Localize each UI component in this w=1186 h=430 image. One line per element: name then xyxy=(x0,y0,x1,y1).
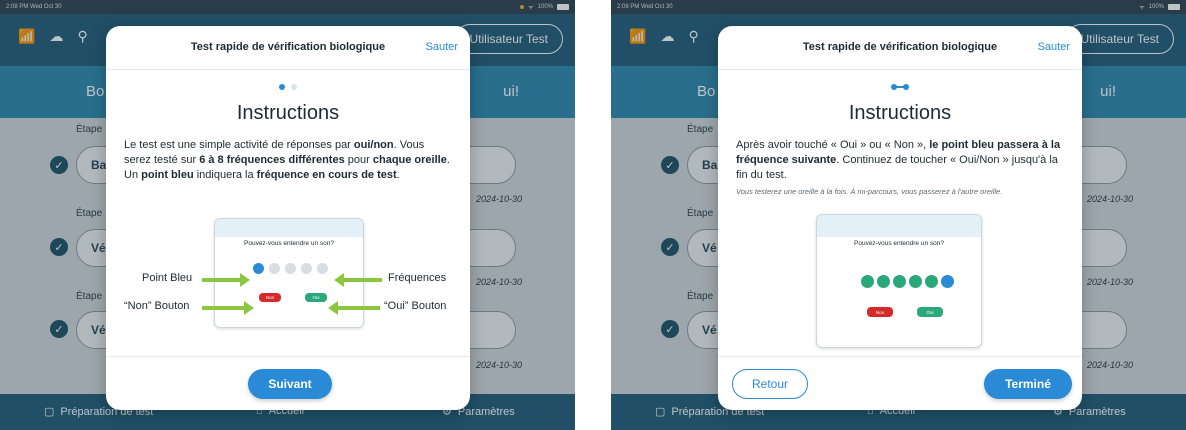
modal-header: Test rapide de vérification biologique S… xyxy=(106,26,470,70)
label-frequences: Fréquences xyxy=(388,272,447,284)
body-text: Le test est une simple activité de répon… xyxy=(124,139,354,151)
emphasis-text: 6 à 8 fréquences différentes xyxy=(199,154,345,166)
next-button[interactable]: Suivant xyxy=(248,369,332,399)
modal-footer: Suivant xyxy=(106,356,470,410)
emphasis-text: point bleu xyxy=(141,169,194,181)
arrow-left-icon xyxy=(334,273,382,287)
page-indicator xyxy=(106,84,470,90)
body-text: indiquera la xyxy=(193,169,257,181)
illus-yes-label: Oui xyxy=(926,309,934,315)
page-dot xyxy=(291,84,297,90)
frequency-dot xyxy=(317,263,328,274)
instructions-text: Le test est une simple activité de répon… xyxy=(124,138,454,183)
label-point-bleu: Point Bleu xyxy=(142,272,193,284)
page-indicator xyxy=(718,84,1082,90)
instructions-modal: Test rapide de vérification biologique S… xyxy=(106,26,470,410)
done-button[interactable]: Terminé xyxy=(984,369,1072,399)
illus-no-label: Non xyxy=(875,309,885,315)
frequency-dot xyxy=(269,263,280,274)
illus-title: Pouvez-vous entendre un son? xyxy=(244,240,334,247)
instructions-note: Vous testerez une oreille à la fois. À m… xyxy=(736,187,1003,196)
modal-heading: Instructions xyxy=(236,102,340,124)
body-text: . xyxy=(396,169,400,181)
arrow-right-icon xyxy=(202,301,254,315)
instructions-text: Après avoir touché « Oui » ou « Non », l… xyxy=(736,138,1066,183)
page-dot-active xyxy=(279,84,285,90)
screen-instructions-page-2: 2:08 PM Wed Oct 30 ᯤ 100% 📶 ☁ ⚲ Utilisate… xyxy=(611,0,1186,430)
skip-button[interactable]: Sauter xyxy=(1038,41,1070,53)
page-indicator-complete xyxy=(891,84,909,90)
frequency-dot xyxy=(285,263,296,274)
body-text: pour xyxy=(344,154,373,166)
illus-yes-label: Oui xyxy=(312,295,320,300)
emphasis-text: oui/non xyxy=(353,139,394,151)
illus-no-button: Non xyxy=(867,307,893,317)
check-icon xyxy=(861,275,874,288)
check-icon xyxy=(893,275,906,288)
modal-footer: Retour Terminé xyxy=(718,356,1082,410)
instructions-modal: Test rapide de vérification biologique S… xyxy=(718,26,1082,410)
illus-title: Pouvez-vous entendre un son? xyxy=(854,240,944,247)
emphasis-text: fréquence en cours de test xyxy=(256,169,397,181)
blue-dot-icon xyxy=(941,275,954,288)
illus-no-button: Non xyxy=(259,293,281,302)
frequency-dot xyxy=(301,263,312,274)
back-button[interactable]: Retour xyxy=(732,369,808,399)
blue-dot-icon xyxy=(253,263,264,274)
emphasis-text: chaque oreille xyxy=(372,154,447,166)
arrow-left-icon xyxy=(328,301,380,315)
illus-yes-button: Oui xyxy=(917,307,943,317)
test-screen-illustration: Pouvez-vous entendre un son? Non Oui xyxy=(816,214,982,348)
illus-header xyxy=(215,219,363,237)
modal-heading: Instructions xyxy=(848,102,952,124)
check-icon xyxy=(877,275,890,288)
label-non-bouton: “Non” Bouton xyxy=(124,300,190,312)
illus-no-label: Non xyxy=(265,295,275,300)
check-icon xyxy=(909,275,922,288)
body-text: Après avoir touché « Oui » ou « Non », xyxy=(736,139,930,151)
arrow-right-icon xyxy=(202,273,250,287)
skip-button[interactable]: Sauter xyxy=(426,41,458,53)
modal-title: Test rapide de vérification biologique xyxy=(802,41,998,53)
screen-instructions-page-1: 2:08 PM Wed Oct 30 ᯤ 100% 📶 ☁ ⚲ Utilisate… xyxy=(0,0,575,430)
modal-title: Test rapide de vérification biologique xyxy=(190,41,386,53)
check-icon xyxy=(925,275,938,288)
label-oui-bouton: “Oui” Bouton xyxy=(384,300,447,312)
illus-header xyxy=(817,215,981,237)
illus-yes-button: Oui xyxy=(305,293,327,302)
modal-header: Test rapide de vérification biologique S… xyxy=(718,26,1082,70)
